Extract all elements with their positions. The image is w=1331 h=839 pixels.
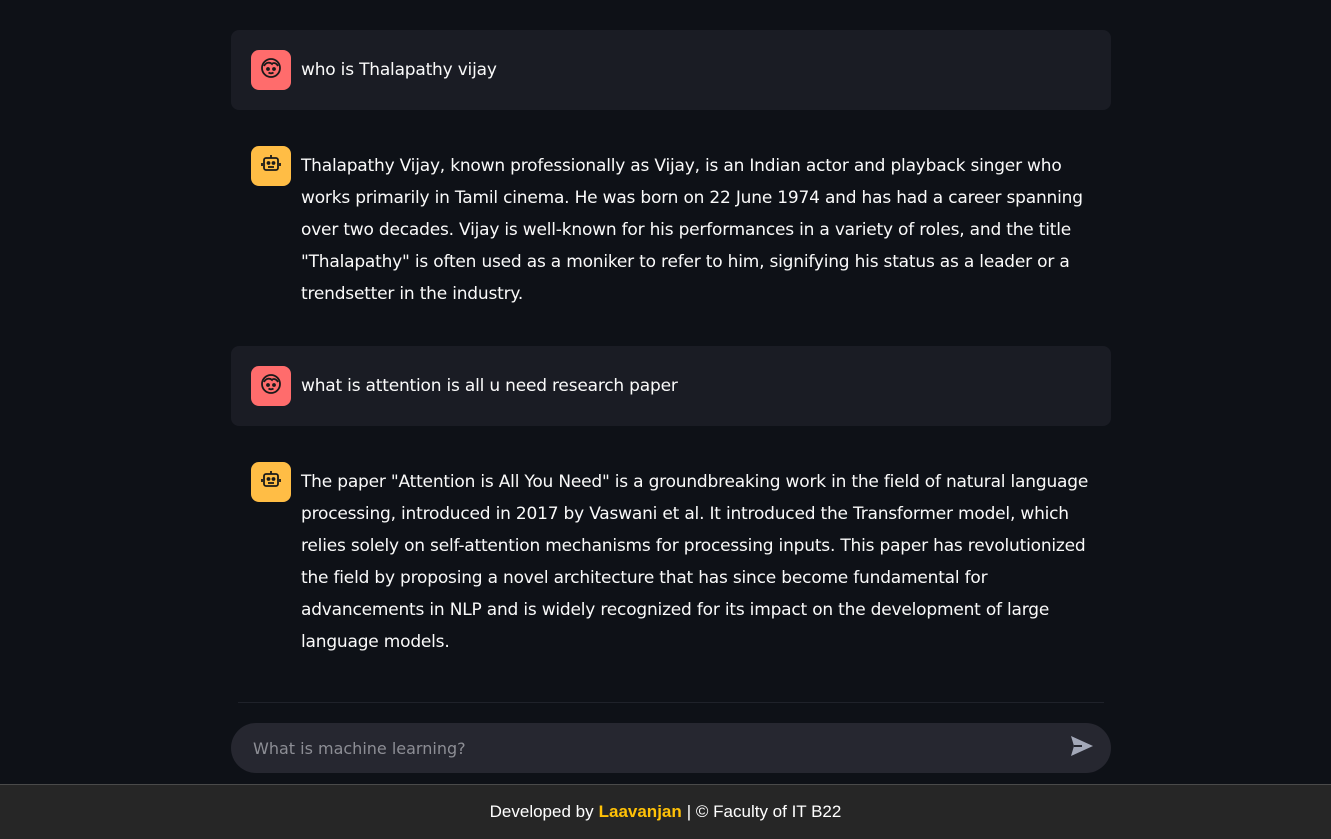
message-text: Thalapathy Vijay, known professionally a… [301,156,1083,304]
send-icon [1070,735,1094,761]
assistant-avatar [251,146,291,186]
footer-author: Laavanjan [598,802,682,821]
main-area: who is Thalapathy vijay Thalapathy Vijay… [0,0,1331,784]
chat-message-user: what is attention is all u need research… [231,346,1111,426]
footer-suffix: | © Faculty of IT B22 [686,802,842,821]
user-avatar [251,366,291,406]
footer: Developed by Laavanjan | © Faculty of IT… [0,784,1331,839]
footer-prefix: Developed by [489,802,594,821]
user-avatar [251,50,291,90]
send-button[interactable] [1067,733,1097,763]
chat-history: who is Thalapathy vijay Thalapathy Vijay… [231,30,1111,694]
user-face-icon [259,372,283,400]
message-text: The paper "Attention is All You Need" is… [301,472,1089,652]
message-text: who is Thalapathy vijay [301,60,497,80]
robot-icon [259,468,283,496]
chat-message-assistant: The paper "Attention is All You Need" is… [231,442,1111,678]
divider [238,702,1104,703]
robot-icon [259,152,283,180]
assistant-avatar [251,462,291,502]
chat-input-container [231,723,1111,773]
user-face-icon [259,56,283,84]
chat-message-user: who is Thalapathy vijay [231,30,1111,110]
chat-input[interactable] [251,737,1067,759]
message-text: what is attention is all u need research… [301,376,678,396]
chat-message-assistant: Thalapathy Vijay, known professionally a… [231,126,1111,330]
